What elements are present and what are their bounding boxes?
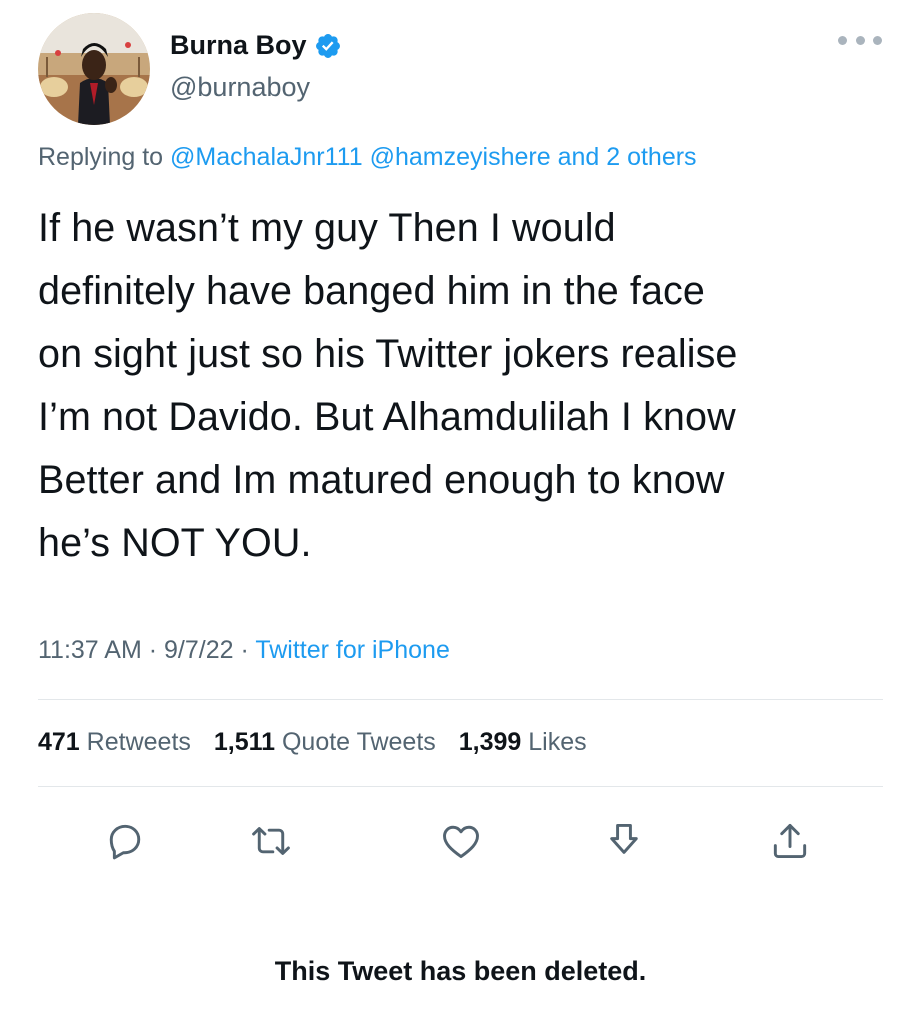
mention-link-1[interactable]: @MachalaJnr111 [170,143,363,171]
retweets-label: Retweets [86,728,191,756]
tweet-line: definitely have banged him in the face [38,269,705,313]
retweet-icon[interactable] [247,817,295,865]
engagement-stats: 471 Retweets 1,511 Quote Tweets 1,399 Li… [38,728,587,757]
quote-tweets-count: 1,511 [213,728,276,756]
tweet-line: on sight just so his Twitter jokers real… [38,332,738,376]
reply-icon[interactable] [101,817,149,865]
avatar[interactable] [38,13,150,125]
meta-separator: · [240,636,249,664]
tweet-line: he’s NOT YOU. [38,521,312,565]
verified-badge-icon [314,32,342,60]
tweet-meta: 11:37 AM · 9/7/22 · Twitter for iPhone [38,636,450,665]
retweets-count: 471 [38,728,80,756]
tweet-date[interactable]: 9/7/22 [164,636,234,664]
likes-count: 1,399 [458,728,522,756]
retweets-stat[interactable]: 471 Retweets [38,728,191,756]
tweet-line: If he wasn’t my guy Then I would [38,206,616,250]
deleted-tweet-notice: This Tweet has been deleted. [274,956,647,986]
meta-separator: · [148,636,158,664]
action-bar [0,817,921,865]
replying-to-label: Replying to [38,143,164,171]
user-handle[interactable]: @burnaboy [170,72,310,103]
share-icon[interactable] [766,817,814,865]
profile-photo [38,13,150,125]
mention-link-2[interactable]: @hamzeyishere [370,143,551,171]
others-link[interactable]: and 2 others [558,143,697,171]
bookmark-icon[interactable] [600,817,648,865]
tweet-source-link[interactable]: Twitter for iPhone [255,636,450,664]
divider [38,699,883,700]
tweet-text: If he wasn’t my guy Then I would definit… [38,197,898,575]
quote-tweets-stat[interactable]: 1,511 Quote Tweets [214,728,436,756]
divider [38,786,883,787]
replying-to-line: Replying to @MachalaJnr111 @hamzeyishere… [38,143,697,172]
likes-label: Likes [528,728,587,756]
like-icon[interactable] [437,817,485,865]
more-options-icon[interactable] [838,30,882,50]
quote-tweets-label: Quote Tweets [281,728,436,756]
tweet-line: I’m not Davido. But Alhamdulilah I know [38,395,736,439]
tweet-time[interactable]: 11:37 AM [38,636,142,664]
tweet-line: Better and Im matured enough to know [38,458,725,502]
likes-stat[interactable]: 1,399 Likes [459,728,587,756]
user-name-row[interactable]: Burna Boy [170,30,342,61]
user-name[interactable]: Burna Boy [170,30,307,61]
